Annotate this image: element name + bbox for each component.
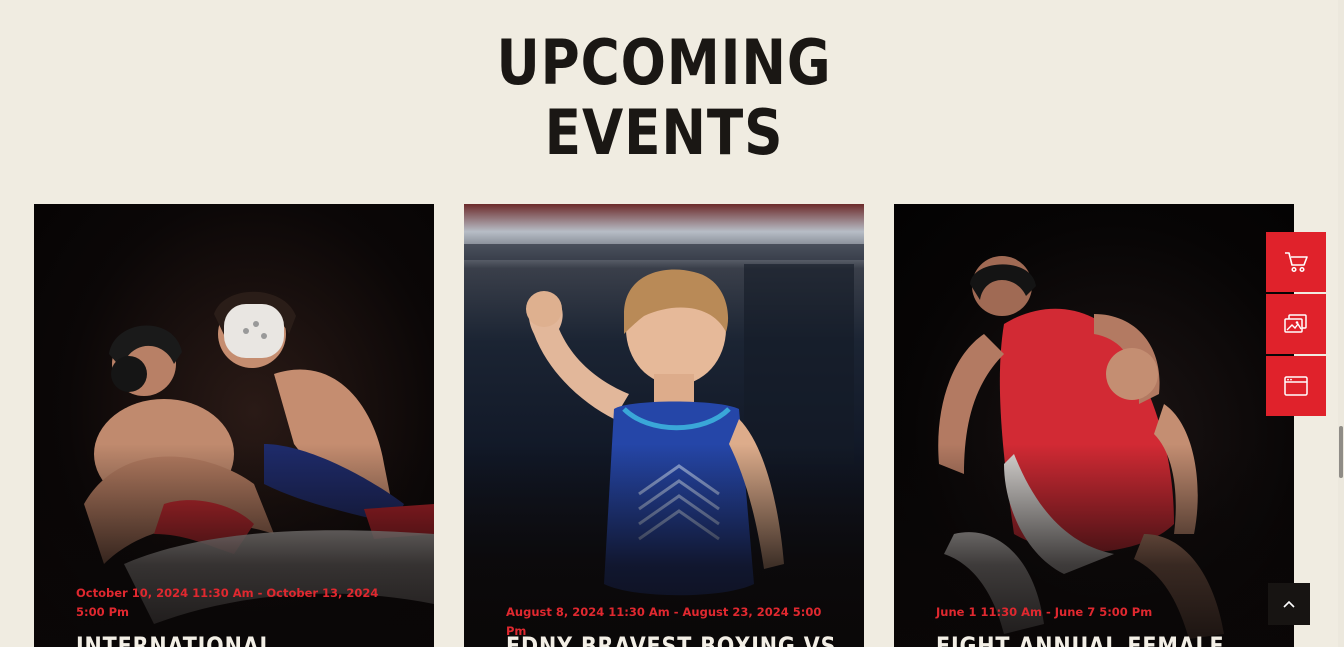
- gallery-button[interactable]: [1266, 294, 1326, 354]
- section-title-line-2: EVENTS: [544, 96, 784, 169]
- gallery-icon: [1284, 314, 1307, 333]
- event-card[interactable]: August 8, 2024 11:30 Am - August 23, 202…: [464, 204, 864, 647]
- cart-button[interactable]: [1266, 232, 1326, 292]
- section-title: UPCOMING EVENTS: [93, 28, 1235, 168]
- section-title-line-1: UPCOMING: [496, 26, 832, 99]
- browser-window-button[interactable]: [1266, 356, 1326, 416]
- page-scrollbar[interactable]: [1338, 0, 1344, 647]
- browser-window-icon: [1284, 376, 1308, 396]
- side-action-rail: [1266, 232, 1326, 418]
- chevron-up-icon: [1283, 600, 1295, 608]
- event-title[interactable]: INTERNATIONAL: [76, 632, 368, 647]
- event-cards: October 10, 2024 11:30 Am - October 13, …: [0, 204, 1328, 647]
- page: UPCOMING EVENTS October 10, 2024 11:30 A…: [0, 0, 1344, 647]
- event-title[interactable]: EIGHT ANNUAL FEMALE: [936, 632, 1228, 647]
- event-card[interactable]: October 10, 2024 11:30 Am - October 13, …: [34, 204, 434, 647]
- cart-icon: [1285, 252, 1308, 273]
- scrollbar-thumb[interactable]: [1339, 426, 1343, 478]
- event-date: June 1 11:30 Am - June 7 5:00 Pm: [936, 605, 1153, 619]
- back-to-top-button[interactable]: [1268, 583, 1310, 625]
- event-title[interactable]: EDNY BRAVEST BOXING VS: [506, 632, 835, 647]
- event-date: October 10, 2024 11:30 Am - October 13, …: [76, 586, 379, 619]
- event-card[interactable]: June 1 11:30 Am - June 7 5:00 Pm EIGHT A…: [894, 204, 1294, 647]
